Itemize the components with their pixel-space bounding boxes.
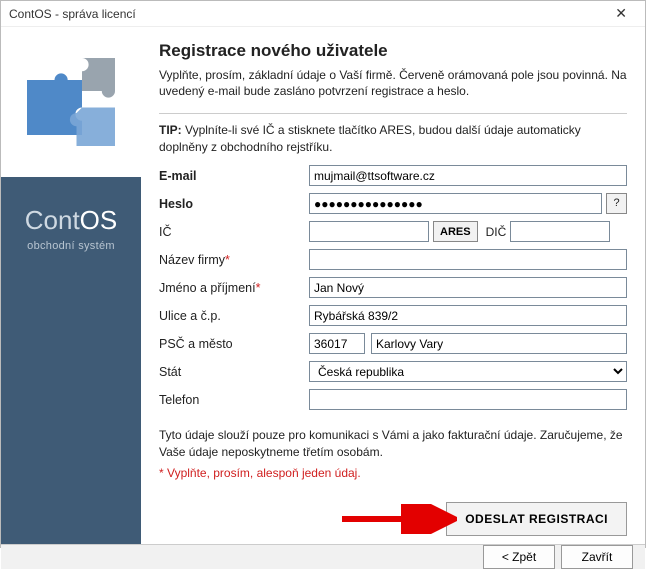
name-field[interactable]: [309, 277, 627, 298]
label-country: Stát: [159, 365, 309, 379]
footer: < Zpět Zavřít: [1, 544, 645, 569]
ic-field[interactable]: [309, 221, 429, 242]
password-help-button[interactable]: ?: [606, 193, 627, 214]
label-ic: IČ: [159, 225, 309, 239]
street-field[interactable]: [309, 305, 627, 326]
label-street: Ulice a č.p.: [159, 309, 309, 323]
submit-button[interactable]: ODESLAT REGISTRACI: [446, 502, 627, 536]
row-email: E-mail: [159, 165, 627, 187]
label-company: Název firmy: [159, 253, 225, 267]
arrow-icon: [337, 504, 457, 534]
label-phone: Telefon: [159, 393, 309, 407]
window-body: ContOS obchodní systém Registrace nového…: [1, 27, 645, 544]
submit-row: ODESLAT REGISTRACI: [159, 502, 627, 536]
label-name: Jméno a příjmení: [159, 281, 256, 295]
brand-text-os: OS: [80, 205, 118, 235]
close-button[interactable]: Zavřít: [561, 545, 633, 569]
logo: [1, 27, 141, 177]
brand: ContOS obchodní systém: [25, 205, 118, 252]
window-title: ContOS - správa licencí: [9, 7, 136, 21]
tip-body: Vyplníte-li své IČ a stisknete tlačítko …: [159, 123, 581, 153]
zip-field[interactable]: [309, 333, 365, 354]
row-password: Heslo ?: [159, 193, 627, 215]
page-title: Registrace nového uživatele: [159, 41, 627, 61]
label-password: Heslo: [159, 197, 193, 211]
intro-text: Vyplňte, prosím, základní údaje o Vaší f…: [159, 67, 627, 99]
row-name: Jméno a příjmení*: [159, 277, 627, 299]
password-field[interactable]: [309, 193, 602, 214]
tip-prefix: TIP:: [159, 123, 182, 137]
label-dic: DIČ: [486, 225, 507, 239]
row-zipcity: PSČ a město: [159, 333, 627, 355]
row-phone: Telefon: [159, 389, 627, 411]
dic-field[interactable]: [510, 221, 610, 242]
close-icon[interactable]: ✕: [607, 1, 635, 26]
tip-text: TIP: Vyplníte-li své IČ a stisknete tlač…: [159, 122, 627, 154]
row-country: Stát Česká republika: [159, 361, 627, 383]
company-field[interactable]: [309, 249, 627, 270]
company-required: *: [225, 253, 230, 267]
brand-text-cont: Cont: [25, 205, 80, 235]
email-field[interactable]: [309, 165, 627, 186]
ares-button[interactable]: ARES: [433, 221, 478, 242]
row-company: Název firmy*: [159, 249, 627, 271]
privacy-note: Tyto údaje slouží pouze pro komunikaci s…: [159, 427, 627, 461]
required-note: * Vyplňte, prosím, alespoň jeden údaj.: [159, 466, 627, 480]
row-ic: IČ ARES DIČ: [159, 221, 627, 243]
name-required: *: [256, 281, 261, 295]
row-street: Ulice a č.p.: [159, 305, 627, 327]
label-zipcity: PSČ a město: [159, 337, 309, 351]
city-field[interactable]: [371, 333, 627, 354]
content: Registrace nového uživatele Vyplňte, pro…: [141, 27, 645, 544]
titlebar: ContOS - správa licencí ✕: [1, 1, 645, 27]
divider: [159, 113, 627, 114]
phone-field[interactable]: [309, 389, 627, 410]
country-select[interactable]: Česká republika: [309, 361, 627, 382]
sidebar: ContOS obchodní systém: [1, 27, 141, 544]
brand-subtitle: obchodní systém: [25, 240, 118, 252]
window: ContOS - správa licencí ✕ ContOS obchodn…: [0, 0, 646, 548]
back-button[interactable]: < Zpět: [483, 545, 555, 569]
label-email: E-mail: [159, 169, 197, 183]
puzzle-icon: [16, 47, 126, 157]
